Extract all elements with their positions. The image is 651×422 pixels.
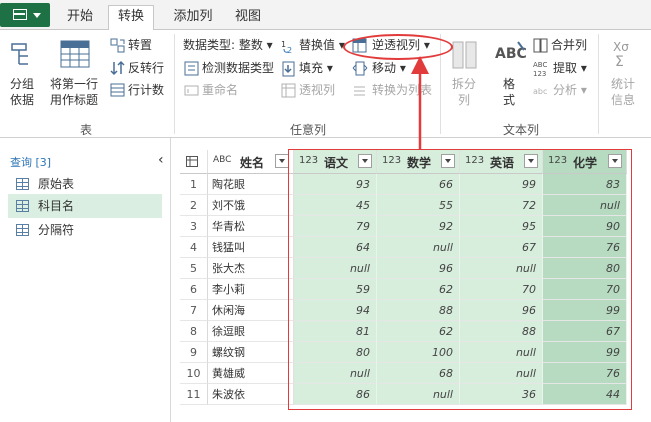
- svg-text:abc: abc: [533, 87, 547, 96]
- student-name-cell[interactable]: 张大杰: [208, 258, 294, 279]
- format-button[interactable]: 格 式: [494, 76, 524, 108]
- query-item-selected[interactable]: 科目名: [8, 194, 162, 218]
- table-icon: [16, 200, 29, 212]
- reverse-rows-button[interactable]: 反转行: [128, 59, 164, 77]
- row-number[interactable]: 7: [180, 300, 208, 321]
- svg-text:ABC: ABC: [495, 46, 526, 62]
- queries-header: 查询 [3]: [10, 156, 52, 169]
- detect-data-type-button[interactable]: 检测数据类型: [202, 59, 274, 77]
- pane-divider: [170, 138, 171, 422]
- data-type-dropdown[interactable]: 数据类型: 整数 ▾: [183, 36, 273, 54]
- student-name-cell[interactable]: 华青松: [208, 216, 294, 237]
- pivot-column-button[interactable]: 透视列: [299, 81, 335, 99]
- extract-icon: ABC 123: [533, 61, 547, 78]
- detect-data-type-icon: [184, 61, 199, 76]
- use-first-row-header-icon: [60, 40, 90, 68]
- statistics-icon: Χσ Σ: [613, 40, 629, 70]
- highlight-ellipse: [343, 34, 453, 60]
- convert-to-list-icon: [354, 86, 365, 96]
- row-number[interactable]: 11: [180, 384, 208, 405]
- use-first-row-header-button[interactable]: 将第一行 用作标题: [46, 76, 102, 108]
- table-group-label: 表: [80, 123, 93, 137]
- svg-text:123: 123: [533, 70, 546, 78]
- queries-pane: 查询 [3] ‹ 原始表 科目名 分隔符: [0, 138, 170, 422]
- row-number[interactable]: 2: [180, 195, 208, 216]
- transpose-button[interactable]: 转置: [128, 36, 152, 54]
- format-icon: ABC: [495, 41, 526, 62]
- pivot-column-icon: [281, 83, 296, 98]
- reverse-rows-icon: [110, 60, 125, 76]
- rename-button[interactable]: 重命名: [202, 81, 238, 99]
- divider: [598, 34, 599, 134]
- row-number[interactable]: 3: [180, 216, 208, 237]
- column-header-name[interactable]: ABC 姓名: [208, 150, 294, 174]
- any-column-group-label: 任意列: [290, 123, 327, 137]
- fill-icon: [282, 61, 295, 77]
- query-item[interactable]: 分隔符: [8, 218, 162, 242]
- merge-columns-button[interactable]: 合并列: [551, 36, 587, 54]
- parse-icon: abc: [533, 87, 547, 96]
- text-column-group-label: 文本列: [503, 123, 540, 137]
- row-number[interactable]: 8: [180, 321, 208, 342]
- svg-text:2: 2: [287, 46, 292, 54]
- row-number[interactable]: 10: [180, 363, 208, 384]
- transpose-icon: [110, 38, 125, 53]
- student-name-cell[interactable]: 钱猛叫: [208, 237, 294, 258]
- replace-values-icon: 1 2: [281, 40, 292, 54]
- student-name-cell[interactable]: 黄雄威: [208, 363, 294, 384]
- divider: [174, 34, 175, 134]
- split-column-icon: [452, 41, 477, 69]
- svg-text:1: 1: [281, 40, 286, 49]
- parse-button[interactable]: 分析 ▾: [553, 81, 587, 99]
- row-number[interactable]: 4: [180, 237, 208, 258]
- file-menu-button[interactable]: [0, 3, 50, 27]
- row-number[interactable]: 1: [180, 174, 208, 195]
- text-type-icon: ABC: [213, 155, 232, 165]
- student-name-cell[interactable]: 陶花眼: [208, 174, 294, 195]
- document-icon: [13, 9, 27, 20]
- tab-view[interactable]: 视图: [230, 6, 266, 30]
- svg-text:Σ: Σ: [615, 54, 624, 70]
- student-name-cell[interactable]: 徐逗眼: [208, 321, 294, 342]
- row-number[interactable]: 9: [180, 342, 208, 363]
- ribbon: 分组 依据 将第一行 用作标题 转置 反转行 行计数 表 数据类型: 整数 ▾ …: [0, 30, 651, 138]
- query-item[interactable]: 原始表: [8, 172, 162, 196]
- group-by-button[interactable]: 分组 依据: [4, 76, 40, 108]
- fill-button[interactable]: 填充 ▾: [299, 59, 333, 77]
- row-number[interactable]: 5: [180, 258, 208, 279]
- collapse-pane-icon[interactable]: ‹: [158, 152, 164, 168]
- tab-add-column[interactable]: 添加列: [168, 6, 218, 30]
- tab-home[interactable]: 开始: [62, 6, 98, 30]
- extract-button[interactable]: 提取 ▾: [553, 59, 587, 77]
- grid-corner[interactable]: [180, 150, 208, 174]
- move-icon: [352, 61, 368, 76]
- count-rows-icon: [110, 83, 125, 97]
- replace-values-button[interactable]: 替换值 ▾: [299, 36, 345, 54]
- column-filter-button[interactable]: [275, 154, 289, 168]
- svg-text:ABC: ABC: [533, 61, 547, 69]
- table-icon: [16, 224, 29, 236]
- table-menu-icon: [186, 156, 198, 167]
- split-column-button[interactable]: 拆分 列: [449, 76, 479, 108]
- count-rows-button[interactable]: 行计数: [128, 81, 164, 99]
- student-name-cell[interactable]: 朱波依: [208, 384, 294, 405]
- student-name-cell[interactable]: 李小莉: [208, 279, 294, 300]
- move-button[interactable]: 移动 ▾: [372, 59, 406, 77]
- highlight-box: [288, 149, 632, 410]
- statistics-button[interactable]: 统计 信息: [606, 76, 640, 108]
- chevron-down-icon: [33, 13, 41, 18]
- tab-transform[interactable]: 转换: [108, 5, 154, 31]
- svg-text:Χσ: Χσ: [613, 40, 629, 54]
- highlight-arrow: [411, 56, 429, 150]
- ribbon-tab-bar: 开始 转换 添加列 视图: [0, 0, 651, 31]
- rename-icon: [184, 85, 199, 96]
- table-icon: [16, 178, 29, 190]
- student-name-cell[interactable]: 螺纹钢: [208, 342, 294, 363]
- row-number[interactable]: 6: [180, 279, 208, 300]
- student-name-cell[interactable]: 休闲海: [208, 300, 294, 321]
- merge-columns-icon: [533, 38, 548, 53]
- student-name-cell[interactable]: 刘不饿: [208, 195, 294, 216]
- group-by-icon: [11, 43, 28, 65]
